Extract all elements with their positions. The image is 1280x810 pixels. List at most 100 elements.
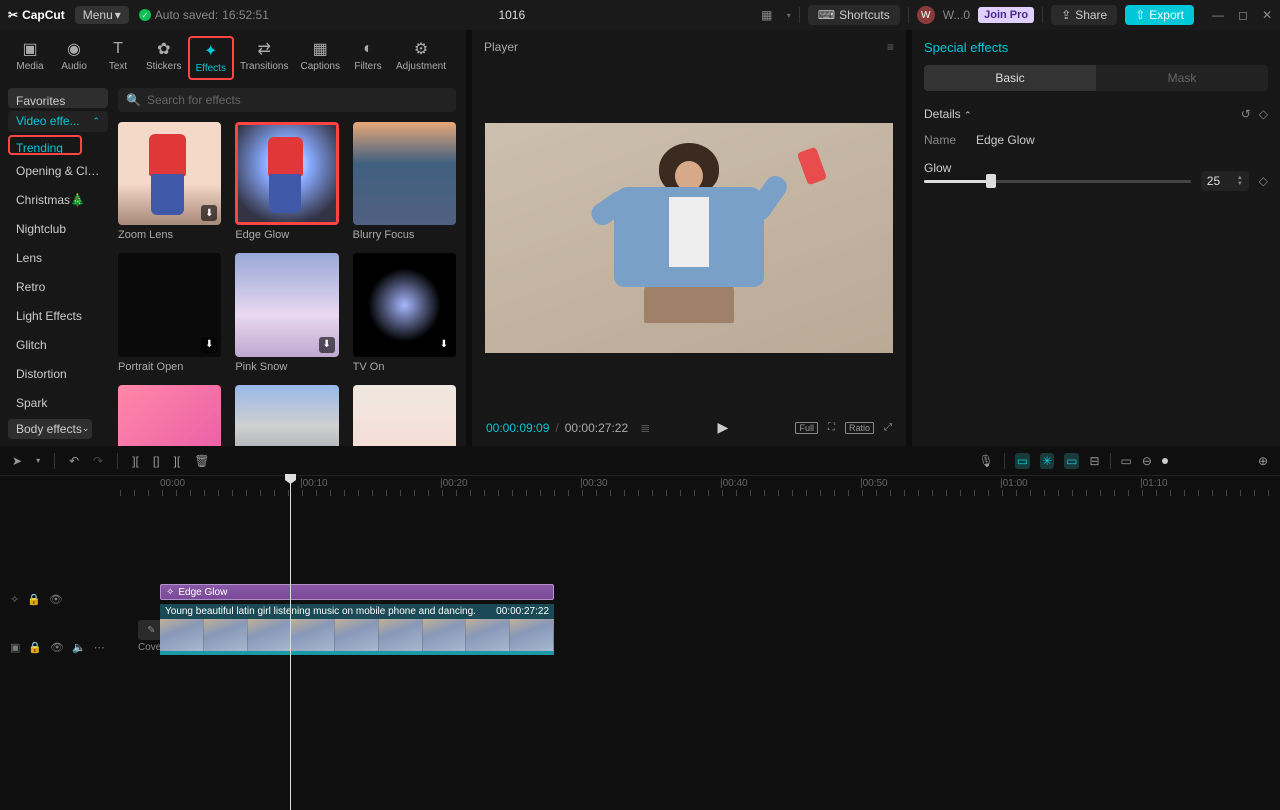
tool-tab-filters[interactable]: ◐Filters: [346, 36, 390, 80]
list-icon[interactable]: ≣: [640, 421, 650, 435]
playhead[interactable]: [290, 476, 291, 810]
download-icon[interactable]: ⬇: [201, 205, 217, 221]
eye-icon[interactable]: 👁: [49, 593, 63, 606]
video-clip[interactable]: Young beautiful latin girl listening mus…: [160, 604, 554, 655]
split-left-icon[interactable]: [​]: [153, 454, 160, 468]
fullscreen-icon[interactable]: ⤢: [884, 422, 892, 433]
ratio-button[interactable]: Ratio: [845, 422, 874, 434]
menu-button[interactable]: Menu ▾: [75, 6, 129, 24]
reset-icon[interactable]: ↺: [1241, 107, 1251, 121]
delete-icon[interactable]: 🗑: [194, 454, 209, 468]
category-item[interactable]: Lens: [8, 245, 108, 271]
effect-item[interactable]: ⬇Portrait Open: [118, 253, 221, 372]
tool-tab-text[interactable]: TText: [96, 36, 140, 80]
download-icon[interactable]: ⬇: [319, 337, 335, 353]
avatar[interactable]: W: [917, 6, 935, 24]
category-item[interactable]: Spark: [8, 390, 108, 416]
effect-thumb[interactable]: [353, 122, 456, 225]
effect-item[interactable]: ⬇Silver Glitter: [353, 385, 456, 446]
effect-item[interactable]: ⬇TV On: [353, 253, 456, 372]
lock-icon[interactable]: 🔒: [27, 593, 41, 606]
category-item[interactable]: Retro: [8, 274, 108, 300]
zoom-slider[interactable]: [1162, 458, 1168, 464]
mic-icon[interactable]: 🎙: [978, 454, 993, 468]
tool-tab-transitions[interactable]: ⇄Transitions: [234, 36, 295, 80]
category-item[interactable]: Christmas🎄: [8, 187, 108, 213]
preview-icon[interactable]: ▭: [1121, 454, 1132, 468]
align-icon[interactable]: ⊟: [1089, 454, 1099, 468]
tab-basic[interactable]: Basic: [924, 65, 1096, 91]
effect-item[interactable]: ⬇Vertical Close: [235, 385, 338, 446]
zoom-out-icon[interactable]: ⊖: [1142, 454, 1152, 468]
menu-icon[interactable]: ≡: [887, 40, 894, 54]
glow-value-input[interactable]: 25 ▲▼: [1201, 171, 1249, 191]
play-button[interactable]: ▶: [717, 419, 728, 436]
effect-thumb[interactable]: [235, 122, 338, 225]
category-item[interactable]: Nightclub: [8, 216, 108, 242]
undo-button[interactable]: ↶: [69, 454, 79, 468]
effect-thumb[interactable]: ⬇: [235, 385, 338, 446]
maximize-icon[interactable]: ◻: [1238, 8, 1248, 22]
details-header[interactable]: Details ⌃: [924, 107, 972, 121]
effect-clip[interactable]: ✧ Edge Glow: [160, 584, 554, 600]
mute-icon[interactable]: 🔈: [72, 641, 86, 654]
eye-icon[interactable]: 👁: [50, 641, 64, 654]
effect-item[interactable]: Edge Glow: [235, 122, 338, 241]
crop-icon[interactable]: ⛶: [828, 422, 835, 433]
effect-thumb[interactable]: ⬇: [118, 122, 221, 225]
shortcuts-button[interactable]: ⌨Shortcuts: [808, 5, 900, 25]
export-button[interactable]: ⇧Export: [1125, 5, 1194, 25]
download-icon[interactable]: ⬇: [436, 337, 452, 353]
category-trending[interactable]: Trending: [8, 135, 82, 155]
full-button[interactable]: Full: [795, 422, 818, 434]
video-preview[interactable]: [472, 64, 906, 411]
more-icon[interactable]: ⋯: [94, 641, 105, 654]
effect-thumb[interactable]: ⬇: [353, 385, 456, 446]
link-icon[interactable]: ▭: [1064, 453, 1079, 469]
pointer-tool-icon[interactable]: ➤: [12, 454, 22, 468]
minimize-icon[interactable]: —: [1212, 8, 1224, 22]
category-body-effects[interactable]: Body effects⌄: [8, 419, 92, 439]
effect-thumb[interactable]: ⬇: [235, 253, 338, 356]
layout-icon[interactable]: ▦: [755, 5, 779, 25]
tool-tab-media[interactable]: ▣Media: [8, 36, 52, 80]
download-icon[interactable]: ⬇: [201, 337, 217, 353]
tool-tab-stickers[interactable]: ✿Stickers: [140, 36, 188, 80]
effect-item[interactable]: Blurry Focus: [353, 122, 456, 241]
magnet-icon[interactable]: ▭: [1015, 453, 1030, 469]
snap-icon[interactable]: ✳: [1040, 453, 1054, 469]
category-item[interactable]: Opening & Clo...: [8, 158, 108, 184]
split-right-icon[interactable]: ]​[: [174, 454, 181, 468]
lock-icon[interactable]: 🔒: [28, 641, 42, 654]
share-button[interactable]: ⇪Share: [1051, 5, 1117, 25]
effects-track-icon[interactable]: ✧: [10, 593, 19, 606]
effect-item[interactable]: ⬇Pink Snow: [235, 253, 338, 372]
category-favorites[interactable]: Favorites: [8, 88, 108, 108]
category-item[interactable]: Glitch: [8, 332, 108, 358]
tool-tab-audio[interactable]: ◉Audio: [52, 36, 96, 80]
project-title[interactable]: 1016: [279, 8, 745, 22]
chevron-down-icon[interactable]: ▾: [36, 456, 40, 465]
effect-item[interactable]: ⬇Shake: [118, 385, 221, 446]
search-input[interactable]: 🔍Search for effects: [118, 88, 456, 112]
tool-tab-captions[interactable]: ▦Captions: [295, 36, 346, 80]
zoom-in-icon[interactable]: ⊕: [1258, 454, 1268, 468]
tab-mask[interactable]: Mask: [1096, 65, 1268, 91]
category-item[interactable]: Light Effects: [8, 303, 108, 329]
category-video-effects[interactable]: Video effe...⌃: [8, 111, 108, 131]
effect-thumb[interactable]: ⬇: [118, 253, 221, 356]
keyframe-diamond-icon[interactable]: ◇: [1259, 107, 1268, 121]
effect-item[interactable]: ⬇Zoom Lens: [118, 122, 221, 241]
effect-thumb[interactable]: ⬇: [353, 253, 456, 356]
chevron-down-icon[interactable]: ▾: [787, 11, 791, 20]
split-icon[interactable]: ]​[: [132, 454, 139, 468]
category-item[interactable]: Distortion: [8, 361, 108, 387]
redo-button[interactable]: ↷: [93, 454, 103, 468]
join-pro-button[interactable]: Join Pro: [978, 7, 1034, 23]
tool-tab-adjustment[interactable]: ⚙Adjustment: [390, 36, 452, 80]
video-track-icon[interactable]: ▣: [10, 641, 20, 654]
close-icon[interactable]: ✕: [1262, 8, 1272, 22]
effect-thumb[interactable]: ⬇: [118, 385, 221, 446]
glow-slider[interactable]: [924, 174, 1191, 188]
spin-down-icon[interactable]: ▼: [1237, 181, 1243, 187]
